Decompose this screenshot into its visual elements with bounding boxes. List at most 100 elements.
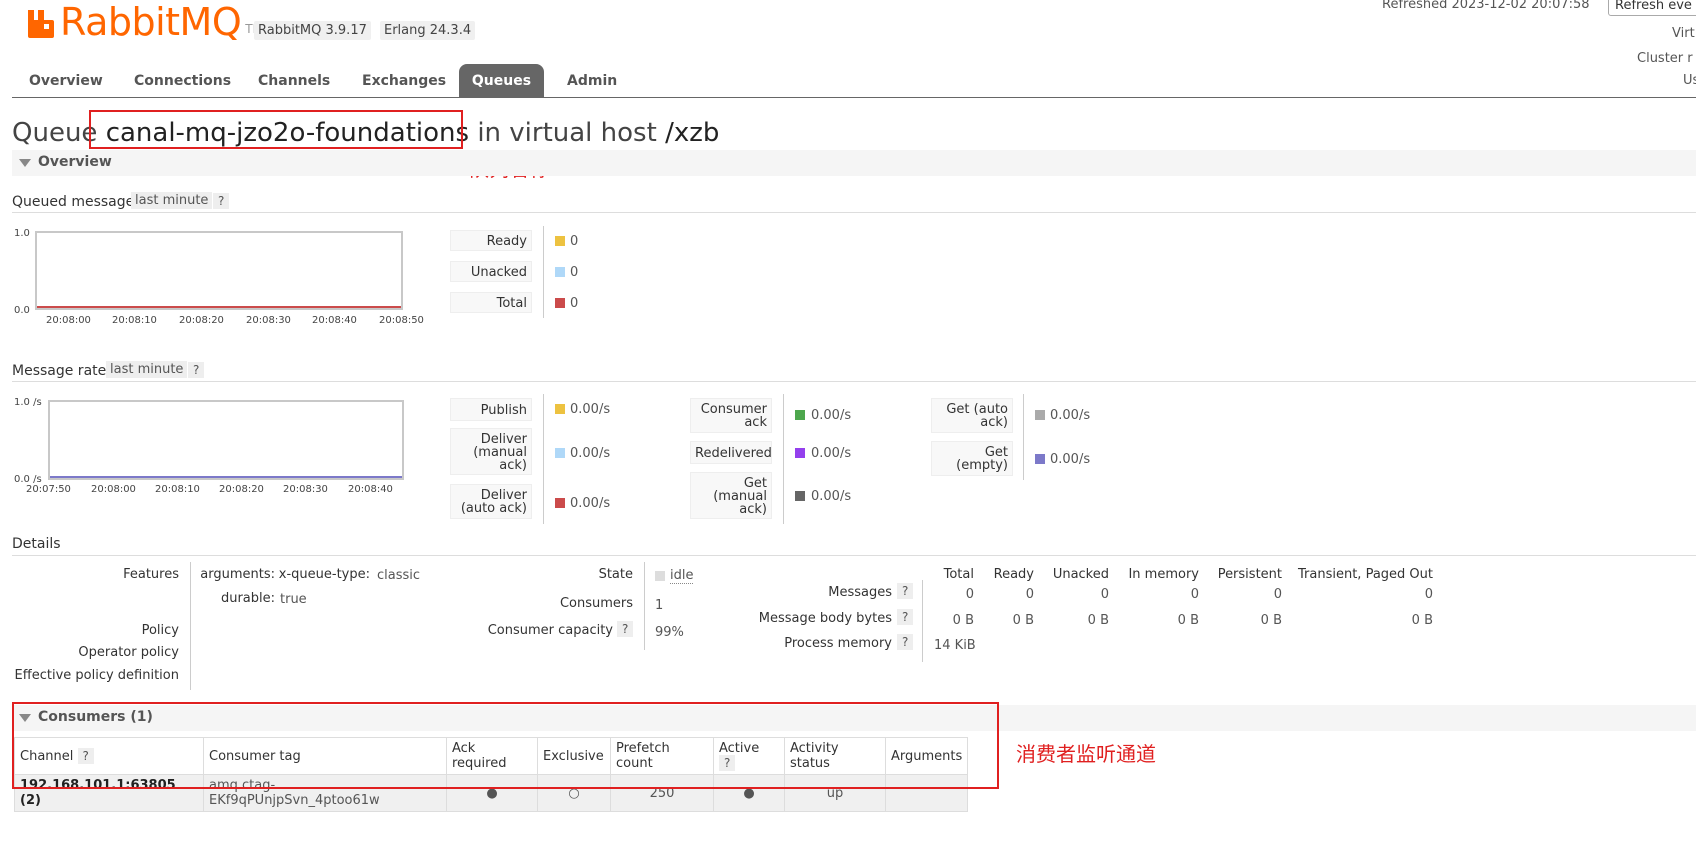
tab-channels[interactable]: Channels xyxy=(258,73,330,89)
consumers-key: Consumers xyxy=(559,596,633,611)
overview-section-label: Overview xyxy=(38,154,112,170)
durable-key: durable: xyxy=(220,591,275,606)
legend-deliver-manual: Deliver (manual ack) xyxy=(450,428,532,475)
queued-x-tick: 20:08:20 xyxy=(179,315,224,326)
rates-x-tick: 20:08:00 xyxy=(91,484,136,495)
capacity-help-button[interactable]: ? xyxy=(617,621,634,637)
refreshed-text: Refreshed 2023-12-02 20:07:58 xyxy=(1382,0,1590,12)
details-header: Details xyxy=(12,535,1696,556)
unacked-value: 0 xyxy=(570,265,579,280)
messages-help-button[interactable]: ? xyxy=(897,583,914,599)
body-bytes-value: 0 B xyxy=(1087,613,1109,628)
rabbit-logo-icon xyxy=(28,10,54,38)
unacked-swatch xyxy=(555,267,565,277)
rates-line xyxy=(50,476,402,478)
messages-value: 0 xyxy=(1273,587,1282,602)
queued-x-tick: 20:08:30 xyxy=(246,315,291,326)
message-rates-header: Message rates last minute ? xyxy=(12,361,1696,382)
get-manual-swatch xyxy=(795,491,805,501)
stats-header: Transient, Paged Out xyxy=(1298,567,1433,582)
rates-y-max: 1.0 /s xyxy=(14,397,42,408)
legend-get-auto: Get (auto ack) xyxy=(931,398,1013,433)
ready-swatch xyxy=(555,236,565,246)
features-key: Features xyxy=(123,567,179,582)
legend-consumer-ack: Consumer ack xyxy=(690,398,772,433)
queued-y-min: 0.0 xyxy=(14,305,30,316)
consumers-value: 1 xyxy=(655,598,664,613)
tab-connections[interactable]: Connections xyxy=(134,73,231,89)
queued-range-selector[interactable]: last minute xyxy=(131,192,213,209)
publish-value: 0.00/s xyxy=(570,402,611,417)
erlang-badge: Erlang 24.3.4 xyxy=(380,21,476,40)
title-prefix: Queue xyxy=(12,118,98,148)
body-bytes-value: 0 B xyxy=(1260,613,1282,628)
stats-header: Total xyxy=(943,567,974,582)
x-queue-type-key: x-queue-type: xyxy=(278,567,370,582)
refresh-select-label: Refresh eve xyxy=(1615,0,1692,13)
messages-value: 0 xyxy=(1025,587,1034,602)
queued-total-line xyxy=(37,306,401,308)
process-memory-value: 14 KiB xyxy=(934,638,976,653)
tab-exchanges[interactable]: Exchanges xyxy=(362,73,446,89)
queued-y-max: 1.0 xyxy=(14,228,30,239)
body-bytes-help-button[interactable]: ? xyxy=(897,609,914,625)
queued-messages-header: Queued messages last minute ? xyxy=(12,192,1696,213)
consumer-ack-swatch xyxy=(795,410,805,420)
get-auto-value: 0.00/s xyxy=(1050,408,1091,423)
overview-section-header[interactable]: Overview xyxy=(12,150,1696,176)
rates-help-button[interactable]: ? xyxy=(188,362,205,378)
get-empty-swatch xyxy=(1035,454,1045,464)
legend-ready: Ready xyxy=(450,230,532,251)
arguments-key: arguments: xyxy=(200,567,275,582)
rates-chart-area xyxy=(48,400,404,480)
queued-x-tick: 20:08:50 xyxy=(379,315,424,326)
rates-x-tick: 20:08:20 xyxy=(219,484,264,495)
collapse-triangle-icon xyxy=(19,159,31,167)
vhost-name: /xzb xyxy=(665,118,720,148)
consumers-annotation: 消费者监听通道 xyxy=(1016,742,1156,766)
rates-range-selector[interactable]: last minute xyxy=(106,361,188,378)
state-idle-swatch xyxy=(655,571,665,581)
legend-publish: Publish xyxy=(450,398,532,421)
queued-x-tick: 20:08:00 xyxy=(46,315,91,326)
queued-help-button[interactable]: ? xyxy=(213,193,230,209)
effective-policy-key: Effective policy definition xyxy=(14,668,179,683)
tab-queues[interactable]: Queues xyxy=(459,64,544,97)
legend-get-manual: Get (manual ack) xyxy=(690,472,772,519)
messages-value: 0 xyxy=(1100,587,1109,602)
details-label: Details xyxy=(12,536,61,552)
queued-x-tick: 20:08:40 xyxy=(312,315,357,326)
get-manual-value: 0.00/s xyxy=(811,489,852,504)
consumer-capacity-value: 99% xyxy=(655,625,684,640)
stats-header: Unacked xyxy=(1052,567,1109,582)
deliver-auto-swatch xyxy=(555,498,565,508)
messages-key: Messages xyxy=(828,585,892,600)
rates-x-tick: 20:08:10 xyxy=(155,484,200,495)
operator-policy-key: Operator policy xyxy=(78,645,179,660)
deliver-manual-value: 0.00/s xyxy=(570,446,611,461)
deliver-manual-swatch xyxy=(555,448,565,458)
redelivered-value: 0.00/s xyxy=(811,446,852,461)
rates-x-tick: 20:08:40 xyxy=(348,484,393,495)
legend-divider xyxy=(543,226,544,318)
x-queue-type-value: classic xyxy=(377,568,421,583)
refresh-interval-select[interactable]: Refresh eve xyxy=(1608,0,1696,16)
consumers-highlight xyxy=(12,702,999,789)
queued-messages-label: Queued messages xyxy=(12,194,142,210)
title-middle: in virtual host xyxy=(477,118,657,148)
message-rates-label: Message rates xyxy=(12,363,114,379)
rates-x-tick: 20:08:30 xyxy=(283,484,328,495)
get-empty-value: 0.00/s xyxy=(1050,452,1091,467)
legend-total: Total xyxy=(450,292,532,313)
rates-x-tick: 20:07:50 xyxy=(26,484,71,495)
stats-header: Persistent xyxy=(1217,567,1282,582)
queue-name-highlight xyxy=(89,110,463,149)
tab-overview[interactable]: Overview xyxy=(29,73,103,89)
tab-admin[interactable]: Admin xyxy=(567,73,617,89)
stats-header: Ready xyxy=(993,567,1034,582)
process-memory-key: Process memory xyxy=(784,636,892,651)
process-memory-help-button[interactable]: ? xyxy=(897,634,914,650)
main-nav: Overview Connections Channels Exchanges … xyxy=(12,64,1696,98)
ready-value: 0 xyxy=(570,234,579,249)
logo-text: RabbitMQ xyxy=(60,0,242,44)
